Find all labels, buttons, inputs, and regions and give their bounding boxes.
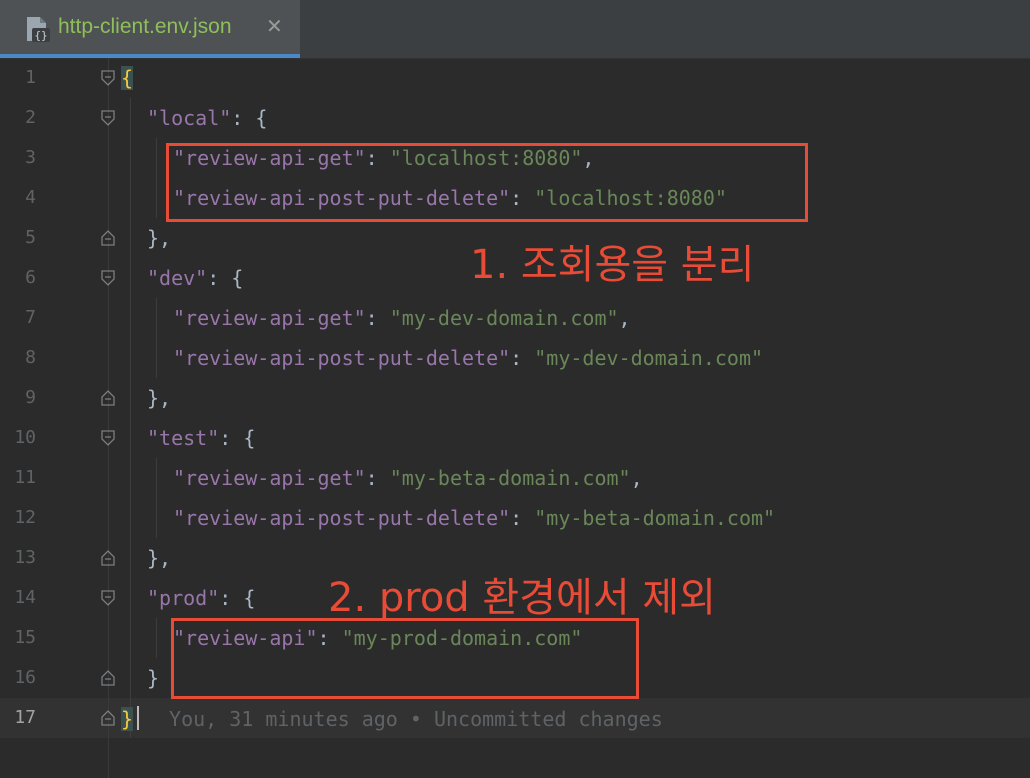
- fold-close-icon[interactable]: [99, 669, 117, 687]
- line-number: 11: [14, 467, 36, 488]
- line-number: 3: [25, 147, 36, 168]
- line-number: 2: [25, 107, 36, 128]
- code-line[interactable]: 7 "review-api-get": "my-dev-domain.com",: [0, 298, 1030, 338]
- json-key: "test": [147, 426, 220, 450]
- code-text: "test": {: [147, 426, 255, 450]
- brace: {: [121, 66, 134, 90]
- line-number: 7: [25, 307, 36, 328]
- code-line[interactable]: 9 },: [0, 378, 1030, 418]
- json-string: "my-beta-domain.com": [389, 466, 631, 490]
- line-number: 1: [25, 67, 36, 88]
- json-key: "review-api-get": [173, 466, 366, 490]
- line-number: 6: [25, 267, 36, 288]
- json-key: "review-api-get": [173, 306, 366, 330]
- punctuation: }: [147, 666, 160, 690]
- fold-open-icon[interactable]: [99, 589, 117, 607]
- punctuation: :: [365, 306, 390, 330]
- fold-close-icon[interactable]: [99, 229, 117, 247]
- json-key: "review-api-post-put-delete": [173, 506, 511, 530]
- punctuation: :: [510, 506, 535, 530]
- json-file-icon: {}: [27, 17, 50, 42]
- punctuation: ,: [618, 306, 631, 330]
- fold-close-icon[interactable]: [99, 709, 117, 727]
- text-caret: [137, 706, 140, 730]
- code-line-current[interactable]: 17 } You, 31 minutes ago • Uncommitted ch…: [0, 698, 1030, 738]
- fold-close-icon[interactable]: [99, 389, 117, 407]
- svg-text:{}: {}: [34, 29, 47, 42]
- code-text: "review-api-get": "my-beta-domain.com",: [173, 466, 643, 490]
- code-text: }: [147, 666, 159, 690]
- annotation-note-2: 2. prod 환경에서 제외: [328, 575, 716, 621]
- code-text: "review-api-post-put-delete": "my-beta-d…: [173, 506, 775, 530]
- fold-open-icon[interactable]: [99, 69, 117, 87]
- punctuation: },: [147, 546, 172, 570]
- code-text: } You, 31 minutes ago • Uncommitted chang…: [121, 706, 663, 731]
- line-number: 5: [25, 227, 36, 248]
- code-line[interactable]: 11 "review-api-get": "my-beta-domain.com…: [0, 458, 1030, 498]
- json-key: "local": [147, 106, 232, 130]
- line-number: 8: [25, 347, 36, 368]
- line-number: 10: [14, 427, 36, 448]
- json-key: "dev": [147, 266, 208, 290]
- close-icon[interactable]: ✕: [266, 14, 283, 38]
- fold-open-icon[interactable]: [99, 269, 117, 287]
- punctuation: : {: [207, 266, 244, 290]
- code-line[interactable]: 12 "review-api-post-put-delete": "my-bet…: [0, 498, 1030, 538]
- punctuation: : {: [231, 106, 268, 130]
- code-text: },: [147, 386, 171, 410]
- code-text: },: [147, 226, 171, 250]
- line-number: 9: [25, 387, 36, 408]
- code-text: "review-api-post-put-delete": "my-dev-do…: [173, 346, 763, 370]
- code-text: "dev": {: [147, 266, 243, 290]
- annotation-note-1: 1. 조회용을 분리: [470, 242, 755, 288]
- punctuation: ,: [630, 466, 643, 490]
- line-number: 14: [14, 587, 36, 608]
- brace: }: [121, 707, 134, 731]
- fold-open-icon[interactable]: [99, 429, 117, 447]
- json-key: "prod": [147, 586, 220, 610]
- punctuation: },: [147, 226, 172, 250]
- fold-open-icon[interactable]: [99, 109, 117, 127]
- code-text: {: [121, 66, 134, 90]
- code-text: "local": {: [147, 106, 267, 130]
- line-number: 4: [25, 187, 36, 208]
- punctuation: : {: [219, 426, 256, 450]
- json-string: "my-dev-domain.com": [389, 306, 619, 330]
- punctuation: :: [365, 466, 390, 490]
- line-number: 16: [14, 667, 36, 688]
- code-line[interactable]: 2 "local": {: [0, 98, 1030, 138]
- tab-title: http-client.env.json: [58, 15, 232, 38]
- line-number: 12: [14, 507, 36, 528]
- json-key: "review-api-post-put-delete": [173, 346, 511, 370]
- code-line[interactable]: 8 "review-api-post-put-delete": "my-dev-…: [0, 338, 1030, 378]
- punctuation: : {: [219, 586, 256, 610]
- line-number: 15: [14, 627, 36, 648]
- json-string: "my-dev-domain.com": [534, 346, 764, 370]
- git-blame-hint: You, 31 minutes ago • Uncommitted change…: [169, 707, 663, 731]
- punctuation: },: [147, 386, 172, 410]
- fold-close-icon[interactable]: [99, 549, 117, 567]
- annotation-box-prod: [171, 618, 639, 699]
- code-line[interactable]: 1 {: [0, 58, 1030, 98]
- code-line[interactable]: 10 "test": {: [0, 418, 1030, 458]
- punctuation: :: [510, 346, 535, 370]
- line-number: 17: [14, 707, 36, 728]
- code-text: "review-api-get": "my-dev-domain.com",: [173, 306, 631, 330]
- tab-bar: {} http-client.env.json ✕: [0, 0, 1030, 59]
- annotation-box-local: [166, 143, 808, 222]
- code-text: },: [147, 546, 171, 570]
- json-string: "my-beta-domain.com": [534, 506, 776, 530]
- line-number: 13: [14, 547, 36, 568]
- tab-http-client-env[interactable]: {} http-client.env.json ✕: [0, 0, 300, 58]
- code-text: "prod": {: [147, 586, 255, 610]
